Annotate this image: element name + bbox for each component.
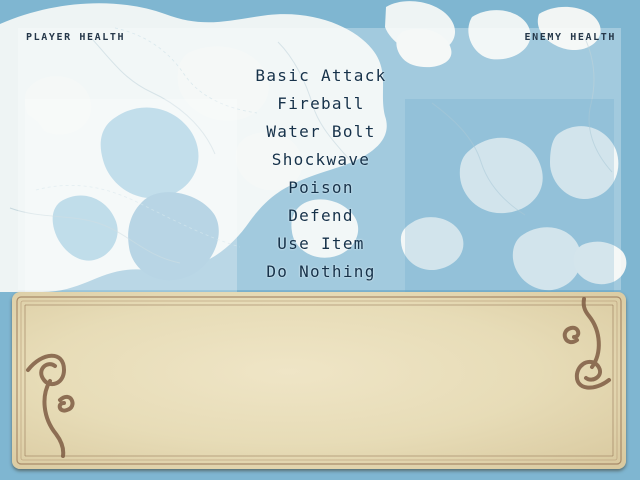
dialog-frame-decoration	[16, 296, 622, 465]
use-item-option[interactable]: Use Item	[237, 232, 405, 260]
water-bolt-option[interactable]: Water Bolt	[237, 120, 405, 148]
player-health-label: PLAYER HEALTH	[26, 32, 126, 43]
player-health-area	[25, 99, 237, 293]
poison-option[interactable]: Poison	[237, 176, 405, 204]
right-filigree-icon	[562, 297, 611, 390]
defend-option[interactable]: Defend	[237, 204, 405, 232]
fireball-option[interactable]: Fireball	[237, 92, 405, 120]
do-nothing-option[interactable]: Do Nothing	[237, 260, 405, 288]
shockwave-option[interactable]: Shockwave	[237, 148, 405, 176]
battle-action-menu: Basic Attack Fireball Water Bolt Shockwa…	[237, 64, 405, 293]
basic-attack-option[interactable]: Basic Attack	[237, 64, 405, 92]
dialog-box	[12, 292, 626, 469]
enemy-health-area	[405, 99, 614, 293]
enemy-health-label: ENEMY HEALTH	[524, 32, 616, 43]
left-filigree-icon	[26, 353, 75, 458]
